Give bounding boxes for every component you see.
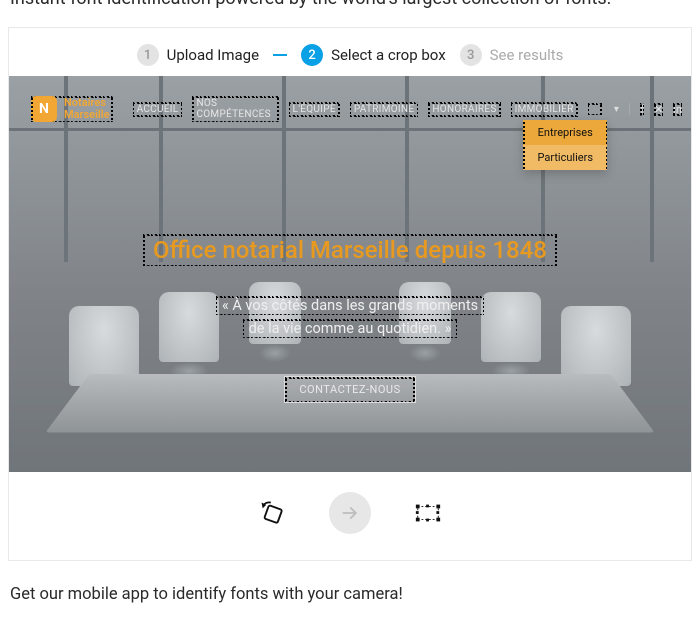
crop-handles-icon [414, 502, 442, 524]
nav-equipe[interactable]: L'ÉQUIPE [289, 102, 340, 117]
stepper: 1 Upload Image 2 Select a crop box 3 See… [9, 28, 691, 76]
dropdown-particuliers[interactable]: Particuliers [523, 145, 607, 170]
nav-honoraires[interactable]: HONORAIRES [428, 102, 500, 117]
image-stage[interactable]: N NotairesMarseille ACCUEIL NOS COMPÉTEN… [9, 76, 691, 472]
step-label: See results [490, 46, 564, 64]
chevron-down-icon[interactable]: ▾ [612, 104, 619, 115]
mobile-app-note: Get our mobile app to identify fonts wit… [0, 561, 700, 604]
hero: Office notarial Marseille depuis 1848 « … [9, 234, 691, 340]
twitter-icon[interactable]: ✕ [654, 103, 663, 116]
step-number: 1 [137, 44, 159, 66]
flag-fr-icon[interactable] [588, 103, 602, 115]
step-number: 2 [301, 44, 323, 66]
page-subtitle: Instant font identification powered by t… [0, 0, 700, 17]
step-upload[interactable]: 1 Upload Image [137, 44, 259, 66]
dropdown-entreprises[interactable]: Entreprises [523, 120, 607, 145]
logo-text: NotairesMarseille [61, 96, 113, 121]
step-crop[interactable]: 2 Select a crop box [301, 44, 446, 66]
hero-title: Office notarial Marseille depuis 1848 [143, 234, 557, 266]
separator [629, 103, 630, 115]
contact-button[interactable]: CONTACTEZ-NOUS [284, 376, 415, 403]
nav-dropdown: Entreprises Particuliers [523, 120, 607, 170]
rotate-icon [258, 499, 286, 527]
crop-panel: 1 Upload Image 2 Select a crop box 3 See… [8, 27, 692, 561]
nav-patrimoine[interactable]: PATRIMOINE [350, 102, 419, 117]
hero-subtitle: « À vos côtés dans les grands moments de… [33, 294, 667, 340]
next-button[interactable] [329, 492, 371, 534]
nav-items: ACCUEIL NOS COMPÉTENCES L'ÉQUIPE PATRIMO… [133, 96, 682, 122]
rotate-button[interactable] [251, 492, 293, 534]
stepper-connector [273, 54, 287, 56]
linkedin-icon[interactable]: in [673, 103, 682, 116]
facebook-icon[interactable]: f [640, 103, 644, 116]
crop-handles-button[interactable] [407, 492, 449, 534]
arrow-right-icon [340, 503, 360, 523]
crop-toolbar [9, 472, 691, 560]
nav-immobilier[interactable]: IMMOBILIER [511, 102, 578, 117]
hero-sub-line2: de la vie comme au quotidien. » [243, 319, 458, 338]
nav-competences[interactable]: NOS COMPÉTENCES [192, 96, 278, 122]
step-label: Select a crop box [331, 46, 446, 64]
hero-sub-line1: « À vos côtés dans les grands moments [216, 296, 484, 315]
step-label: Upload Image [167, 46, 259, 64]
step-number: 3 [460, 44, 482, 66]
step-results[interactable]: 3 See results [460, 44, 564, 66]
logo-icon: N [31, 96, 57, 122]
site-navbar: N NotairesMarseille ACCUEIL NOS COMPÉTEN… [31, 96, 671, 122]
nav-accueil[interactable]: ACCUEIL [133, 102, 183, 117]
site-logo[interactable]: N NotairesMarseille [31, 96, 113, 122]
